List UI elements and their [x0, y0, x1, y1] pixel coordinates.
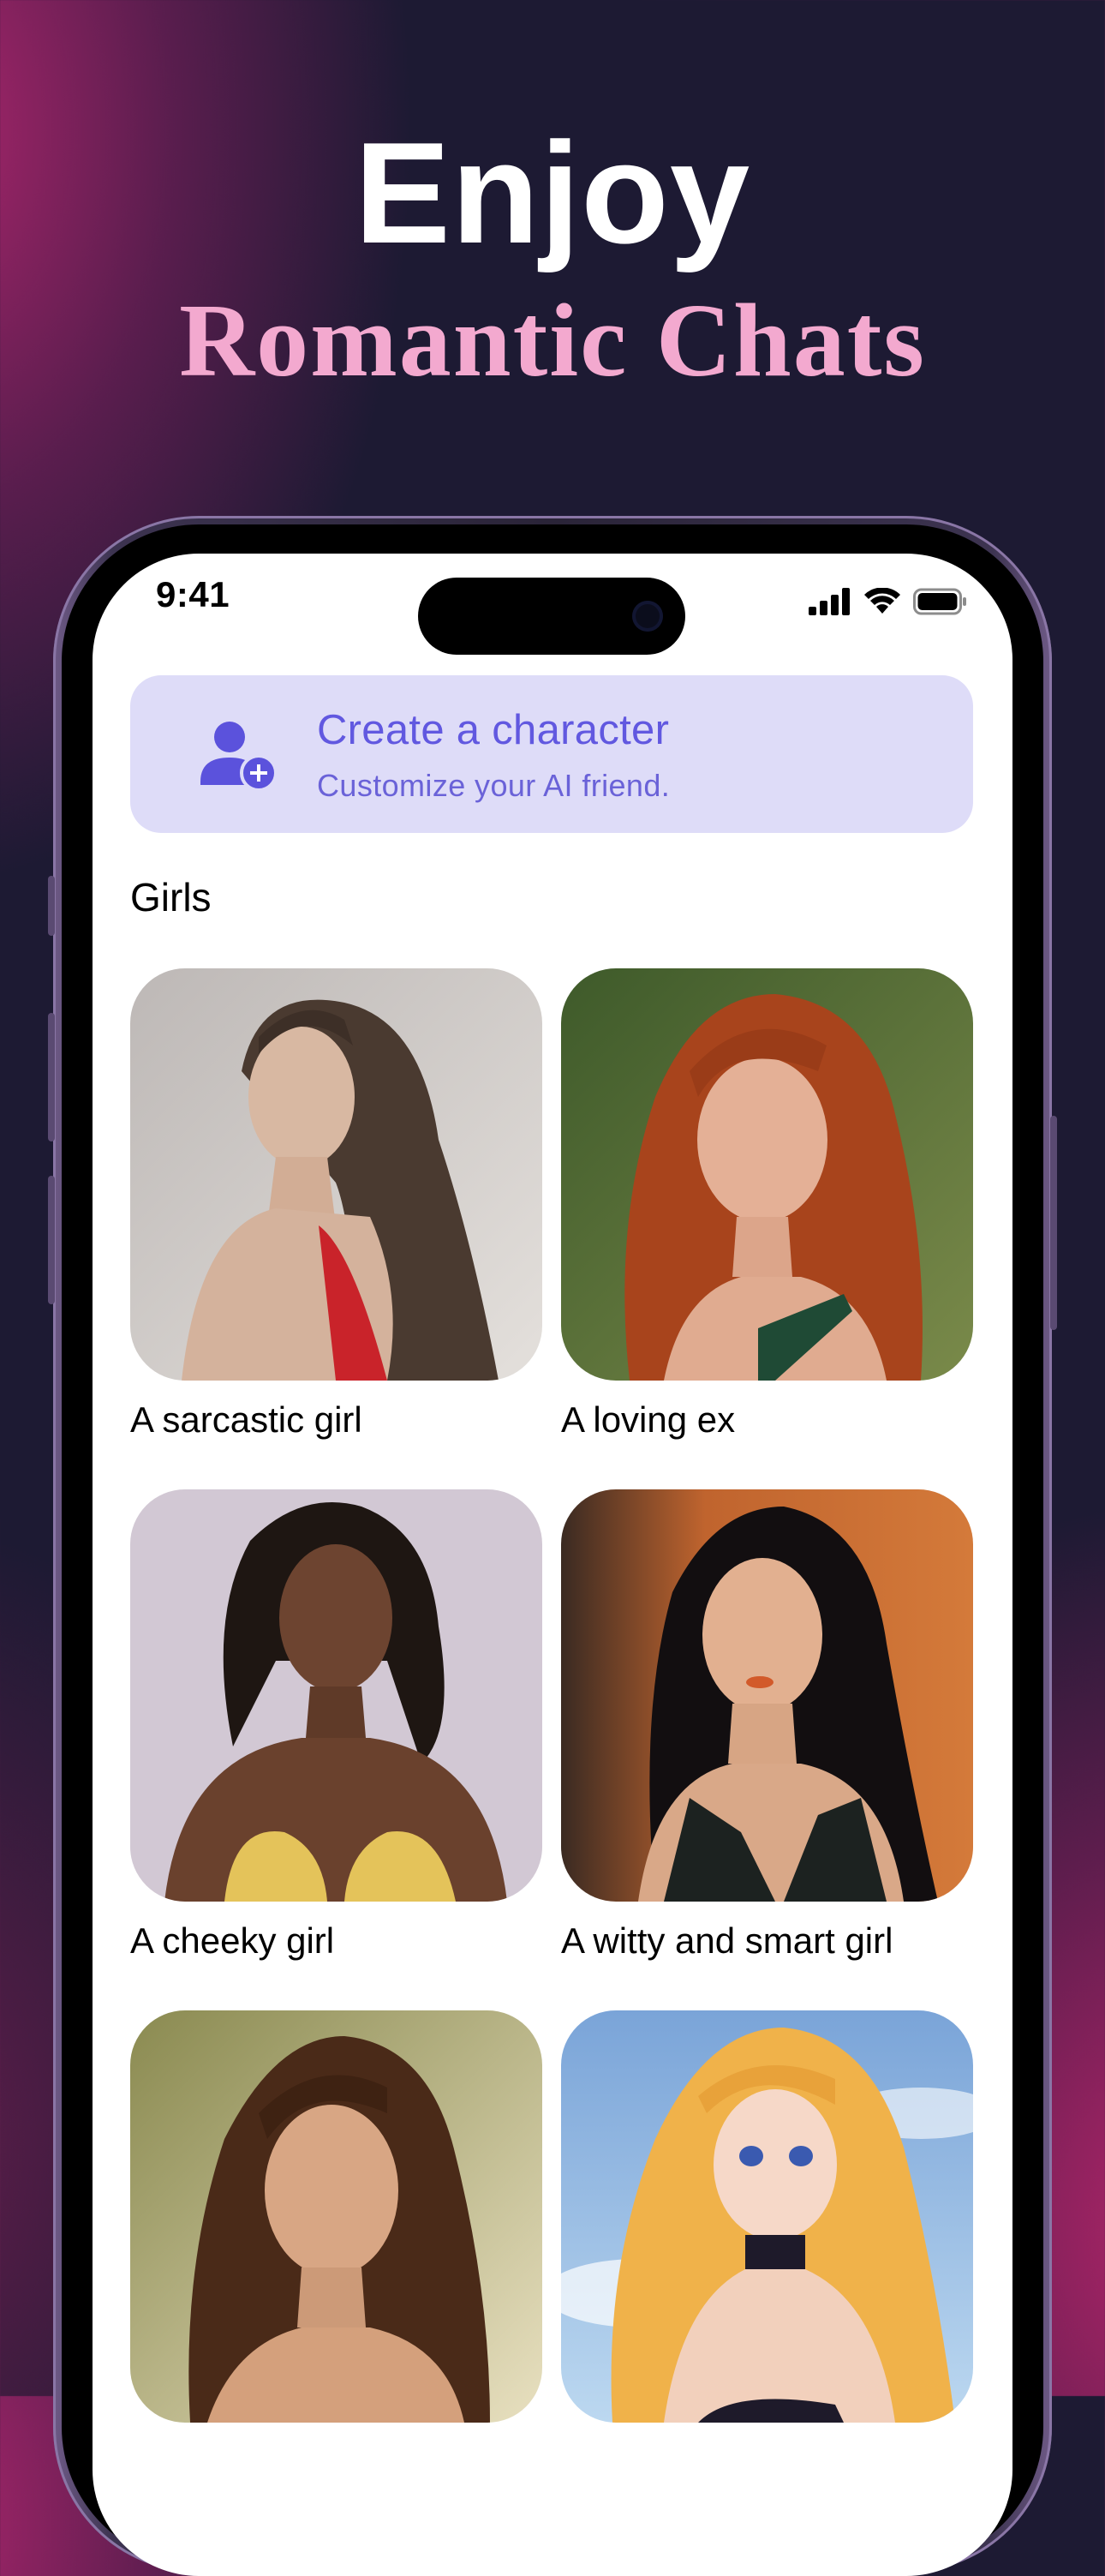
headline-title: Enjoy [354, 112, 751, 273]
character-portrait [561, 1489, 973, 1902]
character-card[interactable]: A sarcastic girl [130, 968, 542, 1441]
wifi-icon [864, 588, 900, 614]
app-screen: 9:41 Create a character Customize your A… [93, 554, 1012, 2576]
headline-subtitle: Romantic Chats [179, 283, 926, 398]
create-character-title: Create a character [317, 707, 670, 753]
character-card[interactable] [130, 2010, 542, 2441]
dynamic-island [418, 578, 685, 655]
battery-icon [913, 588, 966, 615]
signal-icon [809, 588, 850, 615]
character-label: A witty and smart girl [561, 1920, 893, 1961]
create-character-subtitle: Customize your AI friend. [317, 768, 671, 803]
character-label: A loving ex [561, 1399, 736, 1440]
character-card[interactable]: A witty and smart girl [561, 1489, 973, 1962]
status-icons [809, 588, 968, 615]
character-label: A sarcastic girl [130, 1399, 362, 1440]
character-card[interactable]: A loving ex [561, 968, 973, 1441]
character-portrait [130, 1489, 542, 1902]
character-portrait [130, 968, 542, 1381]
character-portrait [130, 2010, 542, 2423]
add-user-icon [200, 722, 278, 792]
promo-headline: Enjoy Romantic Chats [0, 120, 1105, 401]
section-title-girls: Girls [130, 875, 212, 920]
phone-silent-switch [48, 876, 55, 936]
character-portrait [561, 968, 973, 1381]
phone-volume-down [48, 1176, 55, 1304]
character-card[interactable] [561, 2010, 973, 2441]
phone-volume-up [48, 1013, 55, 1141]
phone-frame: 9:41 Create a character Customize your A… [48, 516, 1057, 2576]
status-time: 9:41 [156, 574, 230, 614]
character-label: A cheeky girl [130, 1920, 335, 1961]
character-card[interactable]: A cheeky girl [130, 1489, 542, 1962]
phone-power-button [1050, 1116, 1057, 1330]
create-character-card[interactable]: Create a character Customize your AI fri… [130, 675, 973, 833]
character-portrait [561, 2010, 973, 2423]
camera-icon [632, 601, 663, 632]
